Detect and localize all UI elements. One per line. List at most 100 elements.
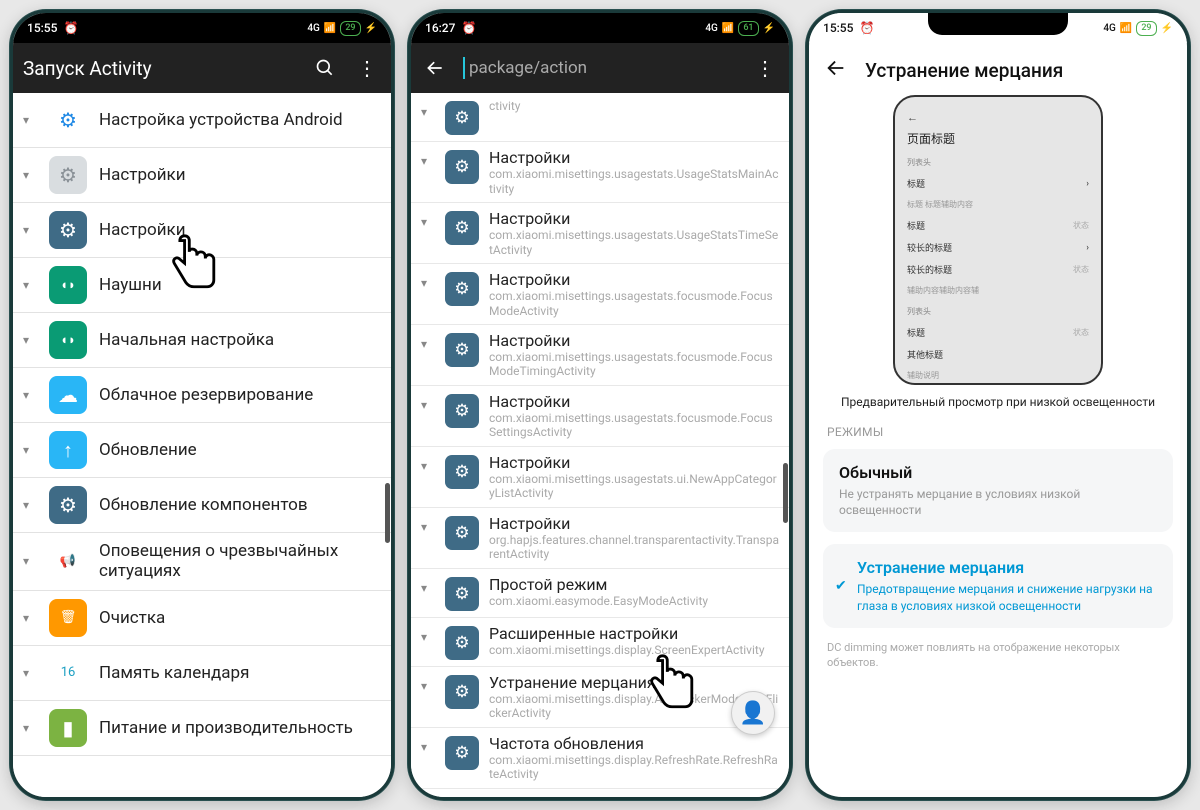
app-icon: ⚙: [445, 150, 479, 184]
chevron-down-icon[interactable]: ▾: [421, 575, 435, 595]
app-icon: ☁: [49, 376, 87, 414]
cursor-hand-icon: [165, 233, 223, 299]
chevron-down-icon[interactable]: ▾: [421, 453, 435, 473]
cursor-hand-icon: [643, 653, 701, 719]
chevron-down-icon[interactable]: ▾: [23, 443, 37, 457]
list-item[interactable]: ▾ 16 Память календаря: [13, 646, 391, 701]
mode-option-normal[interactable]: Обычный Не устранять мерцание в условиях…: [823, 449, 1173, 532]
list-item-sublabel: org.hapjs.features.channel.transparentac…: [489, 533, 779, 562]
app-icon: ⚙: [445, 675, 479, 709]
app-icon: ⚙: [49, 156, 87, 194]
charging-icon: ⚡: [763, 23, 775, 34]
check-icon: ✔: [835, 578, 847, 594]
list-item[interactable]: ▾ ⚙ Настройки org.hapjs.features.channel…: [411, 508, 789, 569]
list-item[interactable]: ▾ ⚙ Настройки com.xiaomi.misettings.usag…: [411, 203, 789, 264]
back-icon[interactable]: [825, 57, 847, 83]
list-item[interactable]: ▾ ⚙ ctivity: [411, 93, 789, 142]
chevron-down-icon[interactable]: ▾: [421, 673, 435, 693]
mode-desc: Не устранять мерцание в условиях низкой …: [839, 486, 1157, 518]
app-icon: 📢: [49, 542, 87, 580]
app-icon: ⚙: [49, 101, 87, 139]
list-item-label: Настройки: [489, 453, 779, 472]
app-icon: 16: [49, 654, 87, 692]
list-item[interactable]: ▾ ☁ Облачное резервирование: [13, 368, 391, 423]
network-indicator: 4G: [705, 23, 718, 34]
status-time: 15:55: [27, 21, 57, 35]
overflow-menu-icon[interactable]: ⋮: [751, 54, 779, 82]
list-item-label: Настройки: [489, 209, 779, 228]
footnote: DC dimming может повлиять на отображение…: [823, 640, 1173, 671]
list-item[interactable]: ▾ ⚙ Расширенные настройки com.xiaomi.mis…: [411, 618, 789, 667]
chevron-down-icon[interactable]: ▾: [421, 734, 435, 754]
chevron-down-icon[interactable]: ▾: [23, 554, 37, 568]
toolbar-title: Запуск Activity: [23, 57, 297, 80]
floating-action-button[interactable]: 👤: [731, 691, 775, 735]
chevron-down-icon[interactable]: ▾: [421, 624, 435, 644]
app-icon: ⚙: [445, 272, 479, 306]
search-placeholder: package/action: [469, 58, 587, 78]
app-icon: ⚙: [445, 101, 479, 135]
search-toolbar: package/action ⋮: [411, 43, 789, 93]
chevron-down-icon[interactable]: ▾: [421, 270, 435, 290]
list-item-sublabel: com.xiaomi.easymode.EasyModeActivity: [489, 594, 779, 608]
app-icon: ⚙: [49, 211, 87, 249]
list-item-label: Настройки: [489, 270, 779, 289]
chevron-down-icon[interactable]: ▾: [23, 666, 37, 680]
chevron-down-icon[interactable]: ▾: [421, 514, 435, 534]
list-item[interactable]: ▾ ⚙ Простой режим com.xiaomi.easymode.Ea…: [411, 569, 789, 618]
chevron-down-icon[interactable]: ▾: [421, 209, 435, 229]
app-toolbar: Запуск Activity ⋮: [13, 43, 391, 93]
alarm-icon: ⏰: [461, 21, 476, 35]
list-item-label: Простой режим: [489, 575, 779, 594]
search-input[interactable]: package/action: [463, 57, 737, 79]
chevron-down-icon[interactable]: ▾: [23, 278, 37, 292]
list-item[interactable]: ▾ ⚙ Настройки com.xiaomi.misettings.usag…: [411, 325, 789, 386]
chevron-down-icon[interactable]: ▾: [23, 498, 37, 512]
list-item-label: Питание и производительность: [99, 718, 381, 738]
chevron-down-icon[interactable]: ▾: [23, 168, 37, 182]
list-item[interactable]: ▾ ⚙ Обновление компонентов: [13, 478, 391, 533]
list-item[interactable]: ▾ ⚙ Настройка устройства Android: [13, 93, 391, 148]
back-icon[interactable]: [421, 54, 449, 82]
list-item-label: Настройки: [489, 514, 779, 533]
list-item-label: Память календаря: [99, 663, 381, 683]
list-item[interactable]: ▾ ⚙ Настройки com.xiaomi.misettings.usag…: [411, 142, 789, 203]
signal-icon: 📶: [1120, 23, 1132, 34]
app-icon: ⚙: [445, 333, 479, 367]
list-item[interactable]: ▾ ↑ Обновление: [13, 423, 391, 478]
chevron-down-icon[interactable]: ▾: [421, 99, 435, 119]
list-item[interactable]: ▾ ⚙ Настройки: [13, 148, 391, 203]
chevron-down-icon[interactable]: ▾: [421, 148, 435, 168]
activity-list[interactable]: ▾ ⚙ Настройка устройства Android ▾ ⚙ Нас…: [13, 93, 391, 797]
list-item-sublabel: com.xiaomi.misettings.usagestats.UsageSt…: [489, 228, 779, 257]
chevron-down-icon[interactable]: ▾: [23, 721, 37, 735]
list-item[interactable]: ▾ 🗑 Очистка: [13, 591, 391, 646]
list-item[interactable]: ▾ ⚙ Частота обновления com.xiaomi.misett…: [411, 728, 789, 789]
activity-search-results[interactable]: 👤 ▾ ⚙ ctivity ▾ ⚙ Настройки com.xiaomi.m…: [411, 93, 789, 797]
app-icon: ⚙: [445, 577, 479, 611]
status-time: 16:27: [425, 21, 455, 35]
preview-thumbnail: ← 页面标题 列表头 标题› 标题 标题辅助内容 标题状态 较长的标题› 较长的…: [893, 95, 1103, 385]
chevron-down-icon[interactable]: ▾: [23, 113, 37, 127]
mode-option-antiflicker[interactable]: ✔ Устранение мерцания Предотвращение мер…: [823, 544, 1173, 627]
list-item[interactable]: ▾ 📢 Оповещения о чрезвычайных ситуациях: [13, 533, 391, 591]
notch: [928, 13, 1068, 35]
chevron-down-icon[interactable]: ▾: [421, 331, 435, 351]
phone-2: 16:27 ⏰ 4G 📶 61 ⚡ package/action ⋮ 👤 ▾ ⚙…: [408, 10, 792, 800]
chevron-down-icon[interactable]: ▾: [23, 333, 37, 347]
search-icon[interactable]: [311, 54, 339, 82]
list-item[interactable]: ▾ ◖◗ Начальная настройка: [13, 313, 391, 368]
app-icon: ⚙: [445, 736, 479, 770]
list-item[interactable]: ▾ ▮ Питание и производительность: [13, 701, 391, 756]
list-item[interactable]: ▾ ⚙ Настройки com.xiaomi.misettings.usag…: [411, 386, 789, 447]
overflow-menu-icon[interactable]: ⋮: [353, 54, 381, 82]
chevron-down-icon[interactable]: ▾: [23, 611, 37, 625]
chevron-down-icon[interactable]: ▾: [23, 223, 37, 237]
app-icon: ▮: [49, 709, 87, 747]
chevron-down-icon[interactable]: ▾: [421, 392, 435, 412]
list-item-sublabel: com.xiaomi.misettings.usagestats.focusmo…: [489, 411, 779, 440]
list-item-sublabel: com.xiaomi.misettings.usagestats.UsageSt…: [489, 167, 779, 196]
list-item[interactable]: ▾ ⚙ Настройки com.xiaomi.misettings.usag…: [411, 264, 789, 325]
list-item[interactable]: ▾ ⚙ Настройки com.xiaomi.misettings.usag…: [411, 447, 789, 508]
chevron-down-icon[interactable]: ▾: [23, 388, 37, 402]
